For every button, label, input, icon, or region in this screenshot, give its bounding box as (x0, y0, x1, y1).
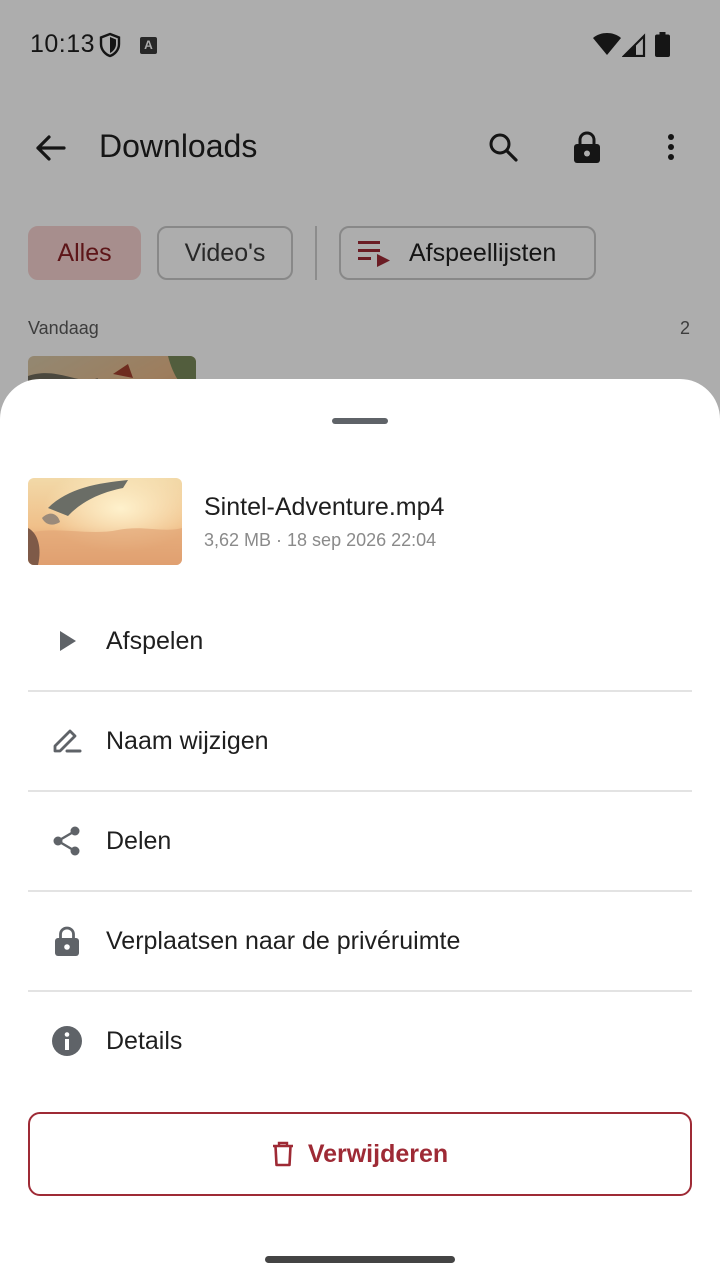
action-details-label: Details (106, 1026, 183, 1055)
trash-icon (272, 1141, 293, 1167)
gesture-nav-handle[interactable] (265, 1256, 455, 1263)
action-play-label: Afspelen (106, 626, 204, 655)
file-meta: 3,62 MB · 18 sep 2026 22:04 (204, 530, 437, 550)
file-name: Sintel-Adventure.mp4 (204, 493, 445, 521)
action-rename-label: Naam wijzigen (106, 726, 269, 755)
action-share-label: Delen (106, 826, 172, 855)
lock-icon (47, 921, 87, 961)
action-rename[interactable]: Naam wijzigen (0, 691, 720, 791)
share-icon (47, 821, 87, 861)
delete-button[interactable]: Verwijderen (28, 1112, 692, 1196)
file-thumbnail (28, 478, 182, 565)
delete-button-label: Verwijderen (307, 1139, 449, 1168)
info-icon (47, 1021, 87, 1061)
action-play[interactable]: Afspelen (0, 591, 720, 691)
drag-handle[interactable] (332, 418, 388, 424)
action-move-private[interactable]: Verplaatsen naar de privéruimte (0, 891, 720, 991)
action-share[interactable]: Delen (0, 791, 720, 891)
action-details[interactable]: Details (0, 991, 720, 1091)
action-move-private-label: Verplaatsen naar de privéruimte (106, 926, 461, 955)
rename-icon (47, 721, 87, 761)
play-icon (47, 621, 87, 661)
bottom-sheet: Sintel-Adventure.mp4 3,62 MB · 18 sep 20… (0, 379, 720, 1280)
